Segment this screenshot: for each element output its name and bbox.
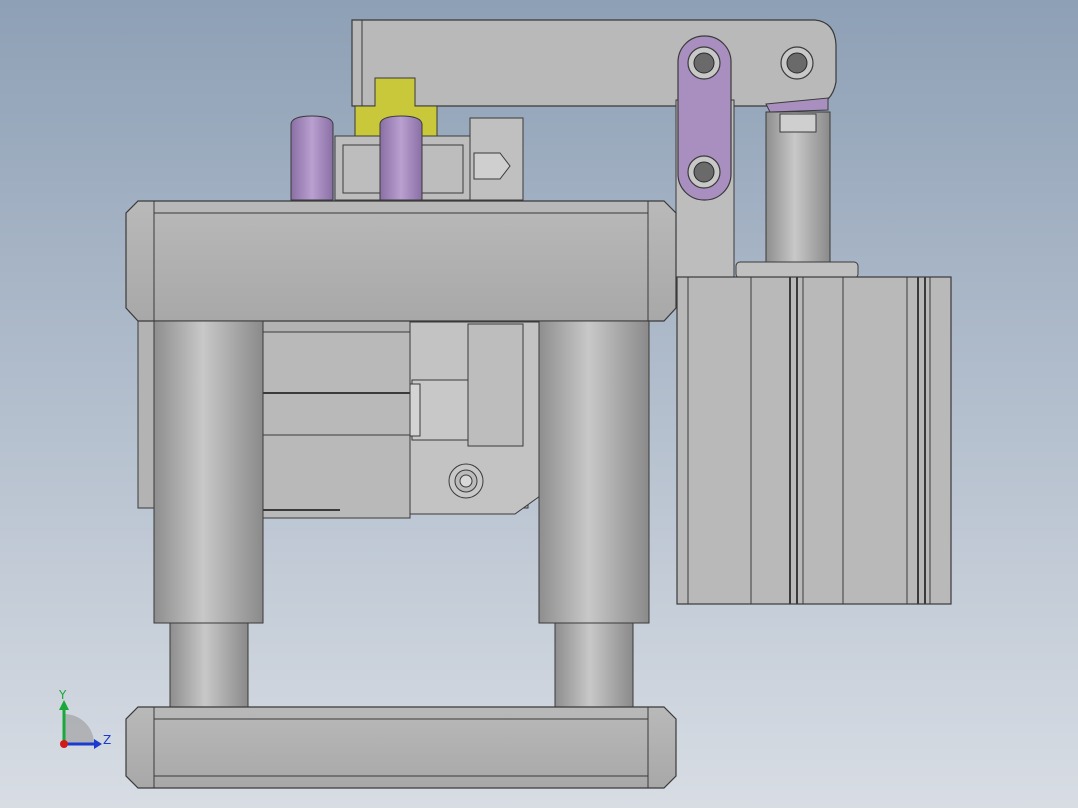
motor-body [261, 331, 411, 519]
top-arm [351, 19, 837, 107]
top-plate [125, 200, 677, 322]
guide-column-left-lower [169, 622, 249, 709]
model-view[interactable]: Y Z [0, 0, 1078, 808]
rod-collar [735, 261, 859, 279]
cad-viewport[interactable]: Y Z [0, 0, 1078, 808]
triad-y-label: Y [58, 688, 67, 702]
air-cylinder [676, 276, 952, 605]
locator-pin-right [379, 115, 423, 201]
x-axis-dot [60, 740, 68, 748]
guide-column-right-lower [554, 622, 634, 709]
piston-rod [765, 111, 831, 265]
guide-column-left [153, 320, 264, 624]
guide-column-right [538, 320, 650, 624]
triad-z-label: Z [103, 733, 111, 747]
locator-pin-left [290, 115, 334, 201]
